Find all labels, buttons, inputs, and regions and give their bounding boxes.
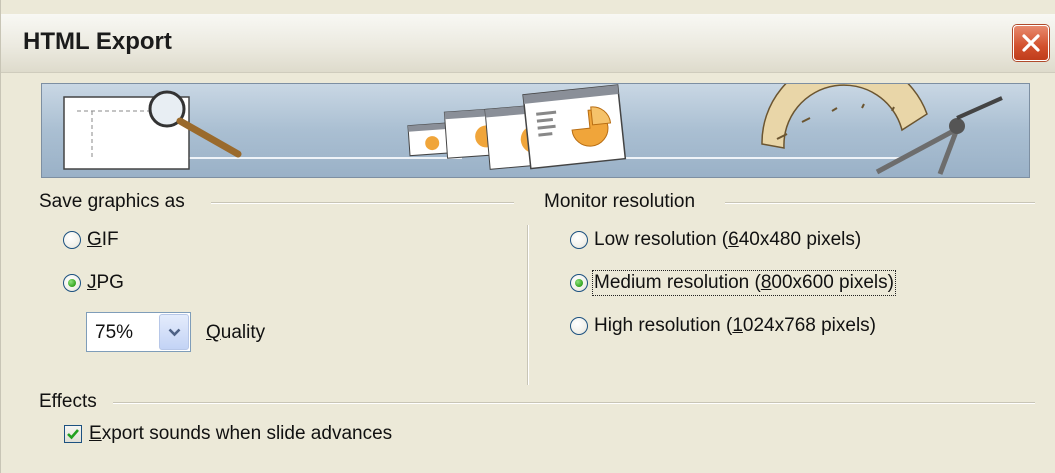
- high-resolution-radio-button[interactable]: [570, 317, 588, 335]
- jpg-label: JPG: [87, 272, 124, 293]
- quality-label: Quality: [206, 322, 266, 343]
- monitor-resolution-group-label: Monitor resolution: [544, 191, 704, 213]
- protractor-compass-icon: [761, 84, 1003, 175]
- high-resolution-label: High resolution (1024x768 pixels): [594, 315, 877, 336]
- medium-resolution-label: Medium resolution (800x600 pixels): [592, 270, 896, 296]
- save-graphics-group-label: Save graphics as: [39, 191, 193, 213]
- medium-resolution-radio-button[interactable]: [570, 274, 588, 292]
- export-sounds-label: Export sounds when slide advances: [89, 423, 393, 444]
- quality-value: 75%: [95, 322, 134, 343]
- low-resolution-radio-button[interactable]: [570, 231, 588, 249]
- monitor-resolution-separator: [725, 202, 1035, 204]
- export-sounds-checkbox[interactable]: Export sounds when slide advances: [64, 421, 392, 447]
- banner-illustration: [41, 83, 1030, 178]
- medium-resolution-radio[interactable]: Medium resolution (800x600 pixels): [570, 270, 896, 296]
- low-resolution-label: Low resolution (640x480 pixels): [594, 229, 862, 250]
- effects-separator: [113, 402, 1035, 404]
- quality-dropdown-button[interactable]: [159, 314, 189, 350]
- gif-radio-button[interactable]: [63, 231, 81, 249]
- low-resolution-radio[interactable]: Low resolution (640x480 pixels): [570, 227, 861, 253]
- presentation-windows-icon: [407, 84, 627, 170]
- quality-select[interactable]: 75%: [86, 312, 191, 352]
- chevron-down-icon: [168, 328, 181, 337]
- save-graphics-separator: [211, 202, 514, 204]
- export-sounds-checkbox-box[interactable]: [64, 425, 82, 443]
- dialog-title: HTML Export: [23, 28, 172, 55]
- gif-radio[interactable]: GIF: [63, 227, 119, 253]
- jpg-radio-button[interactable]: [63, 274, 81, 292]
- high-resolution-radio[interactable]: High resolution (1024x768 pixels): [570, 313, 876, 339]
- title-bar[interactable]: HTML Export: [1, 14, 1055, 73]
- gif-label: GIF: [87, 229, 119, 250]
- effects-group-label: Effects: [39, 391, 105, 413]
- group-divider: [527, 225, 529, 385]
- html-export-dialog: HTML Export Save graphics as GIF JPG 75%…: [0, 0, 1055, 473]
- close-button[interactable]: [1013, 25, 1049, 61]
- close-icon: [1022, 34, 1040, 52]
- jpg-radio[interactable]: JPG: [63, 270, 124, 296]
- checkmark-icon: [67, 429, 79, 440]
